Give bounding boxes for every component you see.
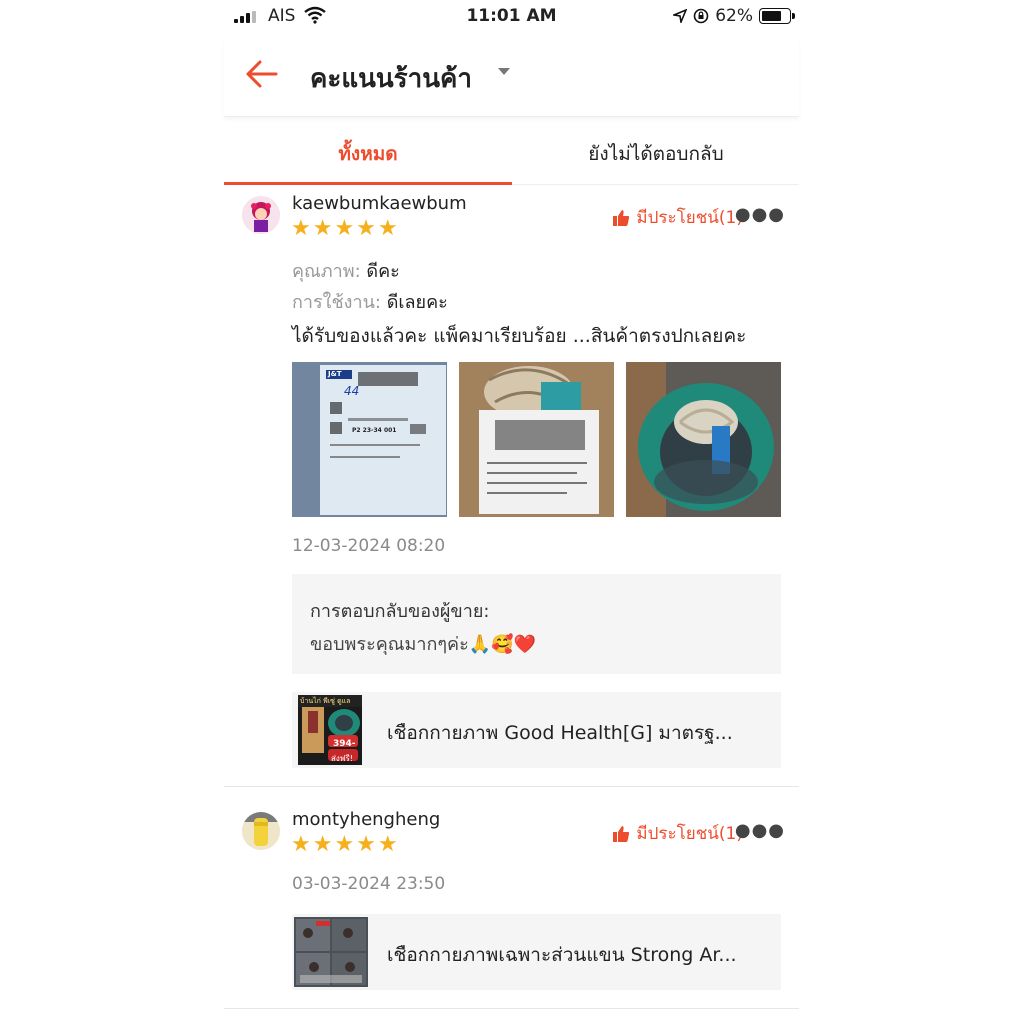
review-photo[interactable] [626, 362, 781, 517]
back-arrow-icon[interactable] [242, 54, 282, 94]
avatar[interactable] [242, 196, 280, 234]
review-comment: ได้รับของแล้วคะ แพ็คมาเรียบร้อย ...สินค้… [292, 325, 747, 347]
orientation-lock-icon [693, 8, 709, 24]
product-name: เชือกกายภาพเฉพาะส่วนแขน Strong Ar... [387, 944, 737, 966]
battery-icon [759, 8, 795, 24]
app-header: คะแนนร้านค้า [224, 40, 799, 117]
review-photos: J&T 44 P2 23-34 001 [292, 362, 782, 517]
review-date: 12-03-2024 08:20 [292, 536, 446, 556]
parcel-code: P2 23-34 001 [352, 427, 397, 434]
status-indicators: 62% [673, 6, 795, 26]
review-divider [224, 1008, 799, 1009]
reviewer-username: kaewbumkaewbum [292, 193, 467, 214]
page-title[interactable]: คะแนนร้านค้า [310, 58, 472, 99]
tab-bar: ทั้งหมด ยังไม่ได้ตอบกลับ [224, 124, 799, 185]
dropdown-caret-icon[interactable] [498, 68, 510, 75]
tab-all[interactable]: ทั้งหมด [224, 124, 512, 185]
tab-not-replied[interactable]: ยังไม่ได้ตอบกลับ [512, 124, 800, 184]
location-icon [673, 9, 688, 23]
thumb-price: 394- [333, 739, 356, 749]
phone-screen: AIS 11:01 AM 62% คะแนนร้านค้า ทั้งหมด ยั… [224, 0, 799, 1024]
product-link[interactable]: เชือกกายภาพเฉพาะส่วนแขน Strong Ar... [292, 914, 781, 990]
product-thumbnail: บ้านไก่ พีเซู่ ดูแล 394- ส่งฟรี! [298, 695, 362, 765]
helpful-button[interactable]: มีประโยชน์(1) [612, 820, 743, 847]
thumb-free-shipping: ส่งฟรี! [331, 754, 353, 763]
battery-percent: 62% [715, 6, 753, 26]
review-date: 03-03-2024 23:50 [292, 874, 446, 894]
star-rating: ★★★★★ [291, 216, 400, 241]
more-options-icon[interactable]: ●●● [735, 204, 785, 225]
thumb-banner: บ้านไก่ พีเซู่ ดูแล [300, 697, 351, 705]
parcel-carrier-label: J&T [328, 370, 342, 378]
product-name: เชือกกายภาพ Good Health[G] มาตรฐ... [387, 722, 733, 744]
avatar[interactable] [242, 812, 280, 850]
product-link[interactable]: บ้านไก่ พีเซู่ ดูแล 394- ส่งฟรี! เชือกกา… [292, 692, 781, 768]
attribute-quality: คุณภาพ: ดีคะ [292, 261, 400, 282]
attribute-usage: การใช้งาน: ดีเลยคะ [292, 292, 448, 313]
helpful-button[interactable]: มีประโยชน์(1) [612, 204, 743, 231]
helpful-label: มีประโยชน์(1) [636, 824, 743, 844]
star-rating: ★★★★★ [291, 832, 400, 857]
review-divider [224, 786, 799, 787]
seller-reply: การตอบกลับของผู้ขาย: ขอบพระคุณมากๆค่ะ🙏🥰❤… [292, 574, 781, 674]
review-photo[interactable]: J&T 44 P2 23-34 001 [292, 362, 447, 517]
parcel-handwritten-number: 44 [344, 384, 360, 398]
more-options-icon[interactable]: ●●● [735, 820, 785, 841]
thumbs-up-icon [613, 209, 630, 226]
status-bar: AIS 11:01 AM 62% [224, 0, 799, 34]
helpful-label: มีประโยชน์(1) [636, 208, 743, 228]
seller-reply-body: ขอบพระคุณมากๆค่ะ🙏🥰❤️ [310, 634, 536, 655]
seller-reply-title: การตอบกลับของผู้ขาย: [310, 601, 490, 622]
review-photo[interactable] [459, 362, 614, 517]
reviewer-username: montyhengheng [292, 809, 441, 830]
product-thumbnail [294, 917, 368, 987]
thumbs-up-icon [613, 825, 630, 842]
